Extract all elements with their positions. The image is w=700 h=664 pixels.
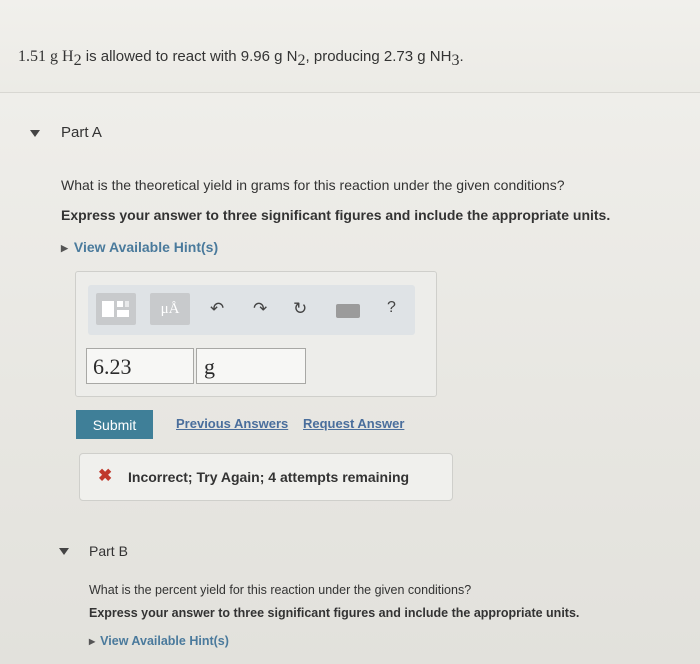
x-icon: ✖ — [98, 466, 113, 485]
undo-icon[interactable]: ↶ — [210, 299, 224, 319]
part-b-instruction: Express your answer to three significant… — [89, 606, 580, 620]
keyboard-icon[interactable] — [336, 304, 360, 318]
feedback-box: ✖ Incorrect; Try Again; 4 attempts remai… — [79, 453, 453, 501]
expand-triangle-icon: ▶ — [89, 637, 96, 646]
problem-statement: 1.51 g H2 is allowed to react with 9.96 … — [18, 48, 464, 70]
reset-icon[interactable]: ↻ — [293, 299, 307, 319]
part-a-title[interactable]: Part A — [61, 124, 102, 141]
part-a-instruction: Express your answer to three significant… — [61, 207, 611, 223]
hint-label: View Available Hint(s) — [73, 239, 219, 255]
answer-unit-input[interactable]: g — [196, 348, 306, 384]
expand-triangle-icon: ▶ — [61, 243, 68, 253]
problem-text-2: is allowed to react with 9.96 g N — [81, 48, 298, 65]
part-b-hint-link[interactable]: ▶ View Available Hint(s) — [89, 634, 229, 648]
subscript: 2 — [297, 52, 306, 69]
previous-answers-link[interactable]: Previous Answers — [176, 416, 288, 431]
problem-text-3: , producing 2.73 g NH — [305, 48, 452, 65]
help-button[interactable]: ? — [387, 299, 396, 317]
part-b-question: What is the percent yield for this react… — [89, 583, 472, 597]
subscript: 2 — [73, 52, 82, 69]
answer-value-input[interactable]: 6.23 — [86, 348, 194, 384]
submit-button[interactable]: Submit — [76, 410, 153, 439]
problem-header — [0, 0, 700, 93]
collapse-part-a-icon[interactable] — [30, 130, 40, 137]
math-toolbar: μÅ ↶ ↷ ↻ ? — [88, 285, 415, 335]
templates-icon — [102, 301, 129, 317]
feedback-message: Incorrect; Try Again; 4 attempts remaini… — [128, 469, 410, 485]
part-b-title[interactable]: Part B — [89, 543, 128, 559]
request-answer-link[interactable]: Request Answer — [303, 416, 404, 431]
hint-label: View Available Hint(s) — [100, 634, 229, 648]
part-a-question: What is the theoretical yield in grams f… — [61, 177, 565, 193]
problem-text-1: 1.51 g H — [18, 48, 74, 65]
problem-text-4: . — [459, 48, 464, 65]
part-a-hint-link[interactable]: ▶ View Available Hint(s) — [61, 239, 218, 255]
templates-button[interactable] — [96, 293, 136, 325]
units-button[interactable]: μÅ — [150, 293, 190, 325]
redo-icon[interactable]: ↷ — [253, 299, 267, 319]
collapse-part-b-icon[interactable] — [59, 548, 69, 555]
